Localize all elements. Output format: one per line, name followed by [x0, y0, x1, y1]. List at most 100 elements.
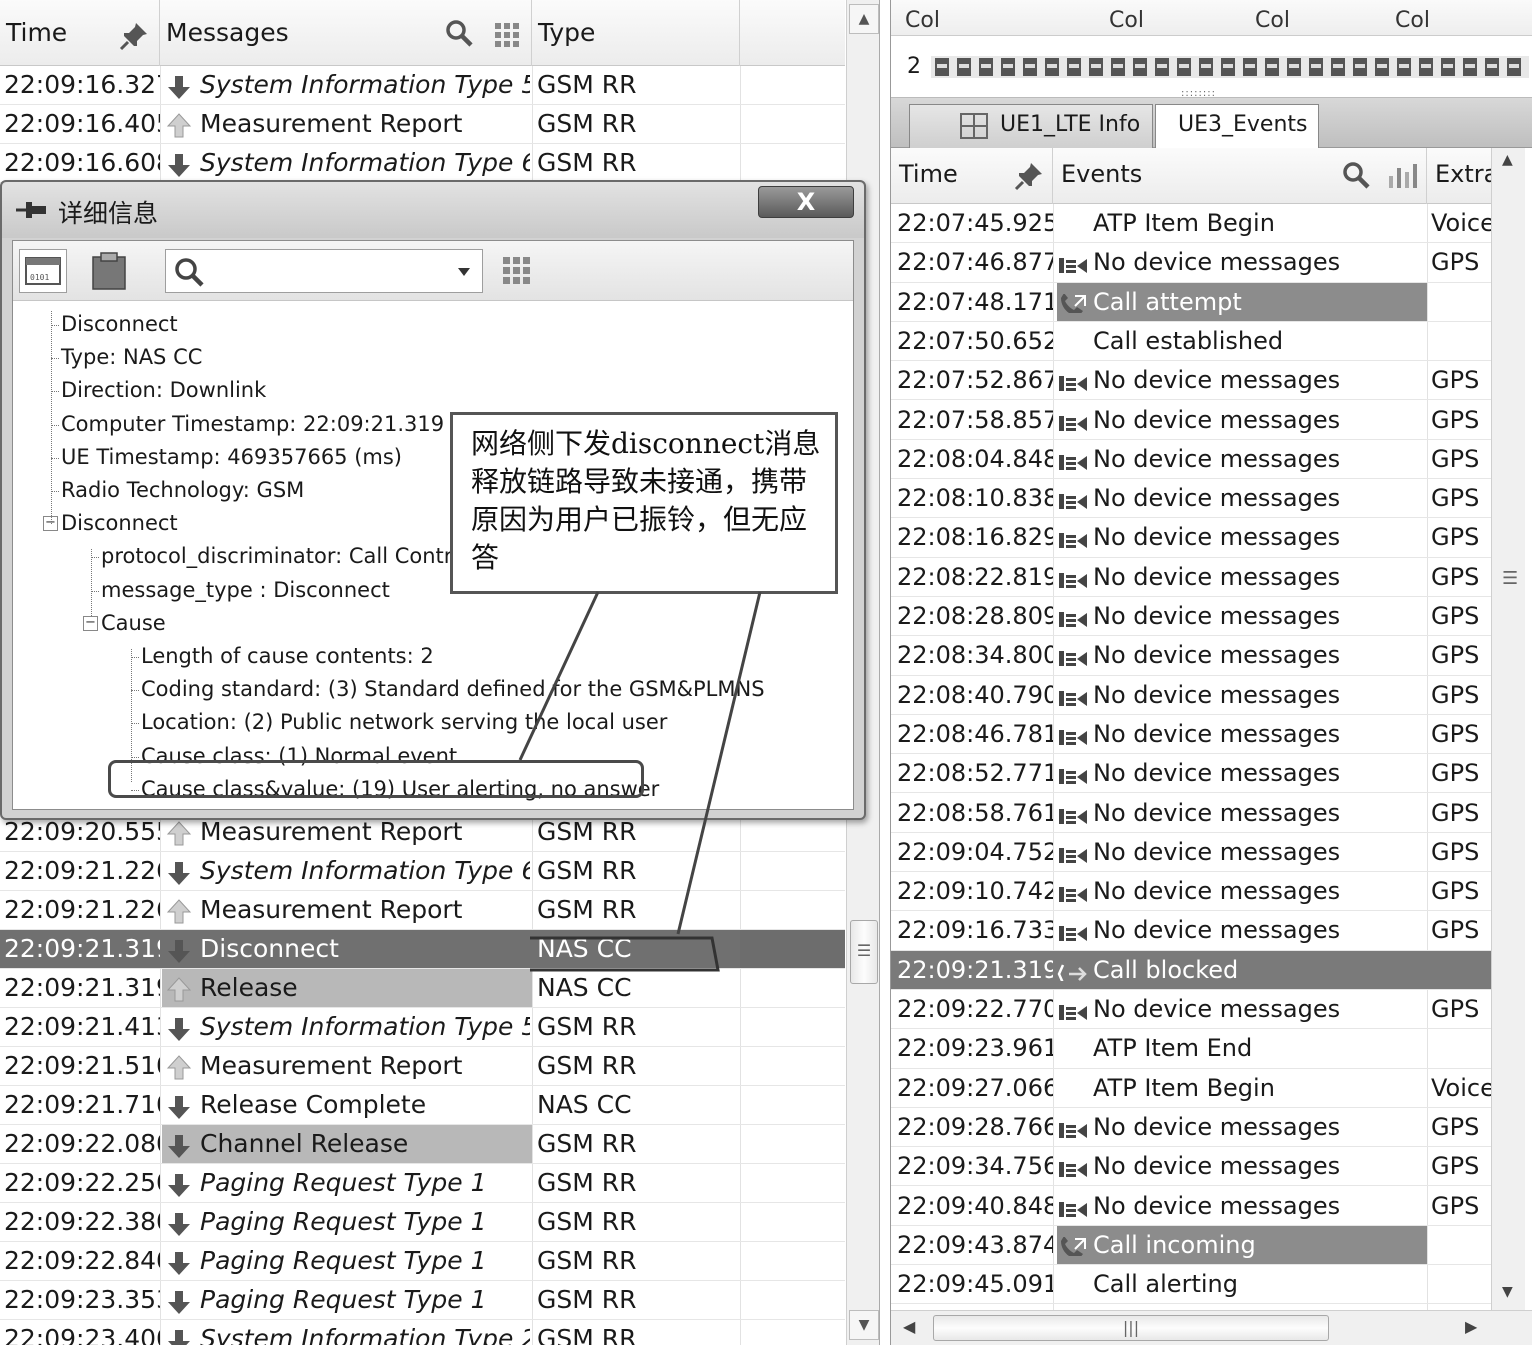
event-row[interactable]: 22:09:22.770 No device messages GPS	[891, 990, 1491, 1030]
header-extra[interactable]: Extra	[1427, 148, 1498, 204]
event-row[interactable]: 22:07:45.925 ATP Item Begin Voice	[891, 204, 1491, 244]
event-row[interactable]: 22:09:45.091 Call alerting	[891, 1265, 1491, 1305]
scroll-right-button[interactable]: ▶	[1465, 1317, 1477, 1336]
event-row[interactable]: 22:09:40.848 No device messages GPS	[891, 1187, 1491, 1226]
right-vertical-scrollbar[interactable]: ▲ ☰ ▼	[1491, 148, 1525, 1310]
event-row[interactable]: 22:07:52.867 No device messages GPS	[891, 361, 1491, 401]
event-time: 22:09:34.756	[897, 1152, 1053, 1181]
event-extra: GPS	[1431, 405, 1480, 434]
event-time: 22:07:58.857	[897, 405, 1053, 434]
event-time: 22:07:46.877	[897, 248, 1053, 277]
scroll-left-button[interactable]: ◀	[903, 1317, 915, 1336]
event-row[interactable]: 22:09:10.742 No device messages GPS	[891, 872, 1491, 912]
events-table-header: Time Events Extra	[891, 148, 1498, 204]
event-time: 22:08:22.819	[897, 562, 1053, 591]
event-time: 22:07:52.867	[897, 366, 1053, 395]
event-time: 22:09:21.319	[897, 955, 1053, 984]
event-extra: Voice	[1431, 1073, 1491, 1102]
event-row[interactable]: 22:09:43.874 Call incoming	[891, 1225, 1491, 1266]
event-extra: GPS	[1431, 1152, 1480, 1181]
column-header-col4[interactable]: Col	[1395, 8, 1430, 36]
event-time: 22:09:04.752	[897, 837, 1053, 866]
event-time: 22:07:48.171	[897, 287, 1053, 316]
event-name: No device messages	[1093, 366, 1341, 395]
timeline-strip[interactable]	[931, 52, 1529, 82]
event-extra	[1431, 322, 1491, 360]
tab-ue1-lte-info[interactable]: UE1_LTE Info	[909, 104, 1153, 148]
tab-strip: UE1_LTE Info UE3_Events	[891, 98, 1532, 149]
event-row[interactable]: 22:08:10.838 No device messages GPS	[891, 479, 1491, 519]
event-name: No device messages	[1093, 641, 1341, 670]
event-extra: GPS	[1431, 680, 1480, 709]
event-row[interactable]: 22:07:48.171 Call attempt	[891, 282, 1491, 322]
event-row[interactable]: 22:07:46.877 No device messages GPS	[891, 243, 1491, 283]
event-row[interactable]: 22:08:52.771 No device messages GPS	[891, 754, 1491, 794]
event-time: 22:08:04.848	[897, 444, 1053, 473]
column-header-col1[interactable]: Col	[905, 8, 940, 36]
event-time: 22:09:28.766	[897, 1112, 1053, 1141]
event-name: No device messages	[1093, 1152, 1341, 1181]
event-row[interactable]: 22:09:04.752 No device messages GPS	[891, 833, 1491, 873]
callout-pointer-lines	[518, 591, 762, 972]
device-icon	[1057, 841, 1089, 863]
event-row[interactable]: 22:08:34.800 No device messages GPS	[891, 636, 1491, 676]
scroll-down-button[interactable]: ▼	[1502, 1284, 1513, 1300]
event-extra: GPS	[1431, 719, 1480, 748]
event-extra	[1431, 283, 1491, 321]
event-extra: GPS	[1431, 562, 1480, 591]
device-icon	[1057, 1116, 1089, 1138]
device-icon	[1057, 762, 1089, 785]
search-icon[interactable]	[1341, 160, 1371, 190]
event-name: Call established	[1093, 326, 1284, 355]
event-time: 22:08:10.838	[897, 484, 1053, 513]
event-time: 22:09:45.091	[897, 1270, 1053, 1299]
event-row[interactable]: 22:08:46.781 No device messages GPS	[891, 715, 1491, 755]
filter-event-icon[interactable]	[1387, 162, 1419, 190]
tab-ue3-events[interactable]: UE3_Events	[1155, 104, 1319, 149]
event-time: 22:09:27.066	[897, 1073, 1053, 1102]
horizontal-scrollbar-thumb[interactable]: |||	[933, 1315, 1329, 1341]
device-icon	[1057, 487, 1089, 510]
event-name: No device messages	[1093, 877, 1341, 906]
event-name: No device messages	[1093, 562, 1341, 591]
event-row[interactable]: 22:07:58.857 No device messages GPS	[891, 401, 1491, 440]
event-extra: GPS	[1431, 798, 1480, 827]
event-name: Call blocked	[1093, 955, 1239, 984]
event-row[interactable]: 22:09:27.066 ATP Item Begin Voice	[891, 1069, 1491, 1108]
event-row[interactable]: 22:08:22.819 No device messages GPS	[891, 558, 1491, 597]
event-extra: GPS	[1431, 366, 1480, 395]
event-name: No device messages	[1093, 602, 1341, 630]
event-row[interactable]: 22:09:23.961 ATP Item End	[891, 1029, 1491, 1069]
pin-icon[interactable]	[1013, 160, 1045, 192]
event-row[interactable]: 22:08:16.829 No device messages GPS	[891, 518, 1491, 558]
grid-icon	[960, 113, 988, 139]
device-icon	[1057, 251, 1089, 274]
device-icon	[1057, 684, 1089, 706]
info-row-value: 2	[907, 54, 921, 79]
horizontal-scrollbar[interactable]: ◀ ||| ▶	[891, 1310, 1532, 1345]
scroll-up-button[interactable]: ▲	[1502, 152, 1513, 168]
event-row[interactable]: 22:09:21.319 Call blocked	[891, 950, 1491, 990]
event-extra: GPS	[1431, 248, 1480, 277]
event-row[interactable]: 22:09:16.733 No device messages GPS	[891, 911, 1491, 951]
column-header-col3[interactable]: Col	[1255, 8, 1290, 36]
event-time: 22:07:50.652	[897, 326, 1053, 355]
event-row[interactable]: 22:08:40.790 No device messages GPS	[891, 676, 1491, 715]
event-name: No device messages	[1093, 798, 1341, 827]
scrollbar-grip[interactable]: ☰	[1502, 568, 1518, 589]
device-icon	[1057, 1195, 1089, 1217]
column-header-col2[interactable]: Col	[1109, 8, 1144, 36]
event-row[interactable]: 22:07:50.652 Call established	[891, 322, 1491, 362]
event-name: Call attempt	[1093, 287, 1242, 316]
event-row[interactable]: 22:09:28.766 No device messages GPS	[891, 1108, 1491, 1148]
event-name: ATP Item Begin	[1093, 209, 1275, 237]
device-icon	[1057, 998, 1089, 1020]
event-row[interactable]: 22:08:04.848 No device messages GPS	[891, 440, 1491, 480]
event-row[interactable]: 22:08:58.761 No device messages GPS	[891, 794, 1491, 833]
event-extra: GPS	[1431, 759, 1480, 788]
event-row[interactable]: 22:09:34.756 No device messages GPS	[891, 1147, 1491, 1187]
event-row[interactable]: 22:08:28.809 No device messages GPS	[891, 597, 1491, 637]
event-extra	[1431, 1226, 1491, 1264]
event-name: No device messages	[1093, 484, 1341, 513]
event-name: No device messages	[1093, 759, 1341, 788]
